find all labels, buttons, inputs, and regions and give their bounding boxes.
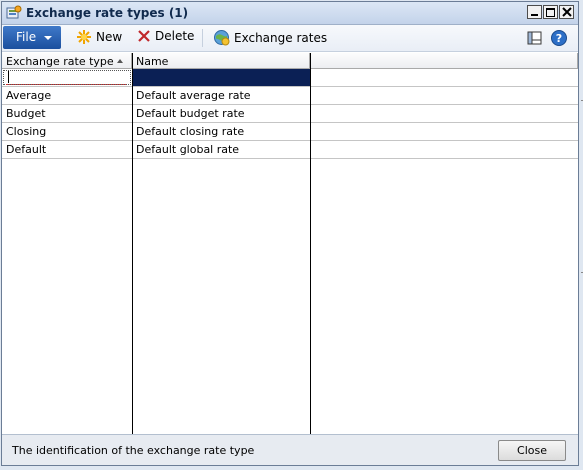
table-row-new[interactable] (2, 69, 578, 87)
close-window-button[interactable] (559, 5, 574, 19)
exchange-rates-icon (214, 30, 230, 46)
new-label: New (96, 30, 123, 44)
column-header-type[interactable]: Exchange rate type (2, 53, 132, 69)
cell-name[interactable]: Default average rate (132, 87, 310, 104)
window: Exchange rate types (1) File New Delete … (1, 1, 579, 466)
cell-name[interactable]: Default closing rate (132, 123, 310, 140)
window-title: Exchange rate types (1) (26, 6, 189, 20)
cell-type[interactable]: Budget (2, 105, 132, 122)
new-row-name-cell[interactable] (132, 69, 310, 86)
window-controls (527, 5, 574, 19)
file-menu-button[interactable]: File (3, 26, 61, 49)
minimize-button[interactable] (527, 5, 542, 19)
svg-text:?: ? (556, 32, 562, 45)
exchange-rates-label: Exchange rates (234, 30, 328, 45)
close-icon (562, 7, 572, 17)
cell-type[interactable]: Default (2, 141, 132, 158)
column-header-name[interactable]: Name (132, 53, 310, 69)
app-icon (6, 5, 22, 21)
delete-icon (138, 30, 150, 42)
column-divider (132, 53, 133, 435)
chevron-down-icon (44, 36, 52, 40)
layout-icon[interactable] (526, 29, 544, 47)
required-field-indicator (6, 82, 126, 85)
toolbar-separator (202, 29, 203, 47)
cell-type[interactable]: Closing (2, 123, 132, 140)
maximize-button[interactable] (543, 5, 558, 19)
status-text: The identification of the exchange rate … (12, 444, 255, 457)
table-row[interactable]: Budget Default budget rate (2, 105, 578, 123)
table-row[interactable]: Default Default global rate (2, 141, 578, 159)
close-button[interactable]: Close (498, 440, 566, 461)
file-menu-label: File (16, 30, 37, 44)
sort-ascending-icon (117, 59, 123, 63)
column-header-name-label: Name (136, 55, 169, 68)
cell-name[interactable]: Default global rate (132, 141, 310, 158)
exchange-rates-button[interactable]: Exchange rates (213, 29, 327, 46)
table-row[interactable]: Closing Default closing rate (2, 123, 578, 141)
delete-label: Delete (155, 29, 195, 43)
new-button[interactable]: New (76, 29, 122, 45)
new-icon (77, 30, 91, 44)
cell-name[interactable]: Default budget rate (132, 105, 310, 122)
delete-button[interactable]: Delete (137, 29, 194, 43)
new-row-type-input[interactable] (2, 69, 132, 86)
help-icon[interactable]: ? (550, 29, 568, 47)
grid[interactable]: Exchange rate type Name Average Default … (2, 53, 578, 435)
column-header-type-label: Exchange rate type (6, 55, 114, 68)
status-bar: The identification of the exchange rate … (2, 434, 578, 465)
column-divider (310, 53, 311, 435)
column-header-filler (310, 53, 578, 69)
title-bar[interactable]: Exchange rate types (1) (2, 2, 578, 25)
table-row[interactable]: Average Default average rate (2, 87, 578, 105)
toolbar: File New Delete Exchange rates ? (2, 25, 578, 52)
cell-type[interactable]: Average (2, 87, 132, 104)
